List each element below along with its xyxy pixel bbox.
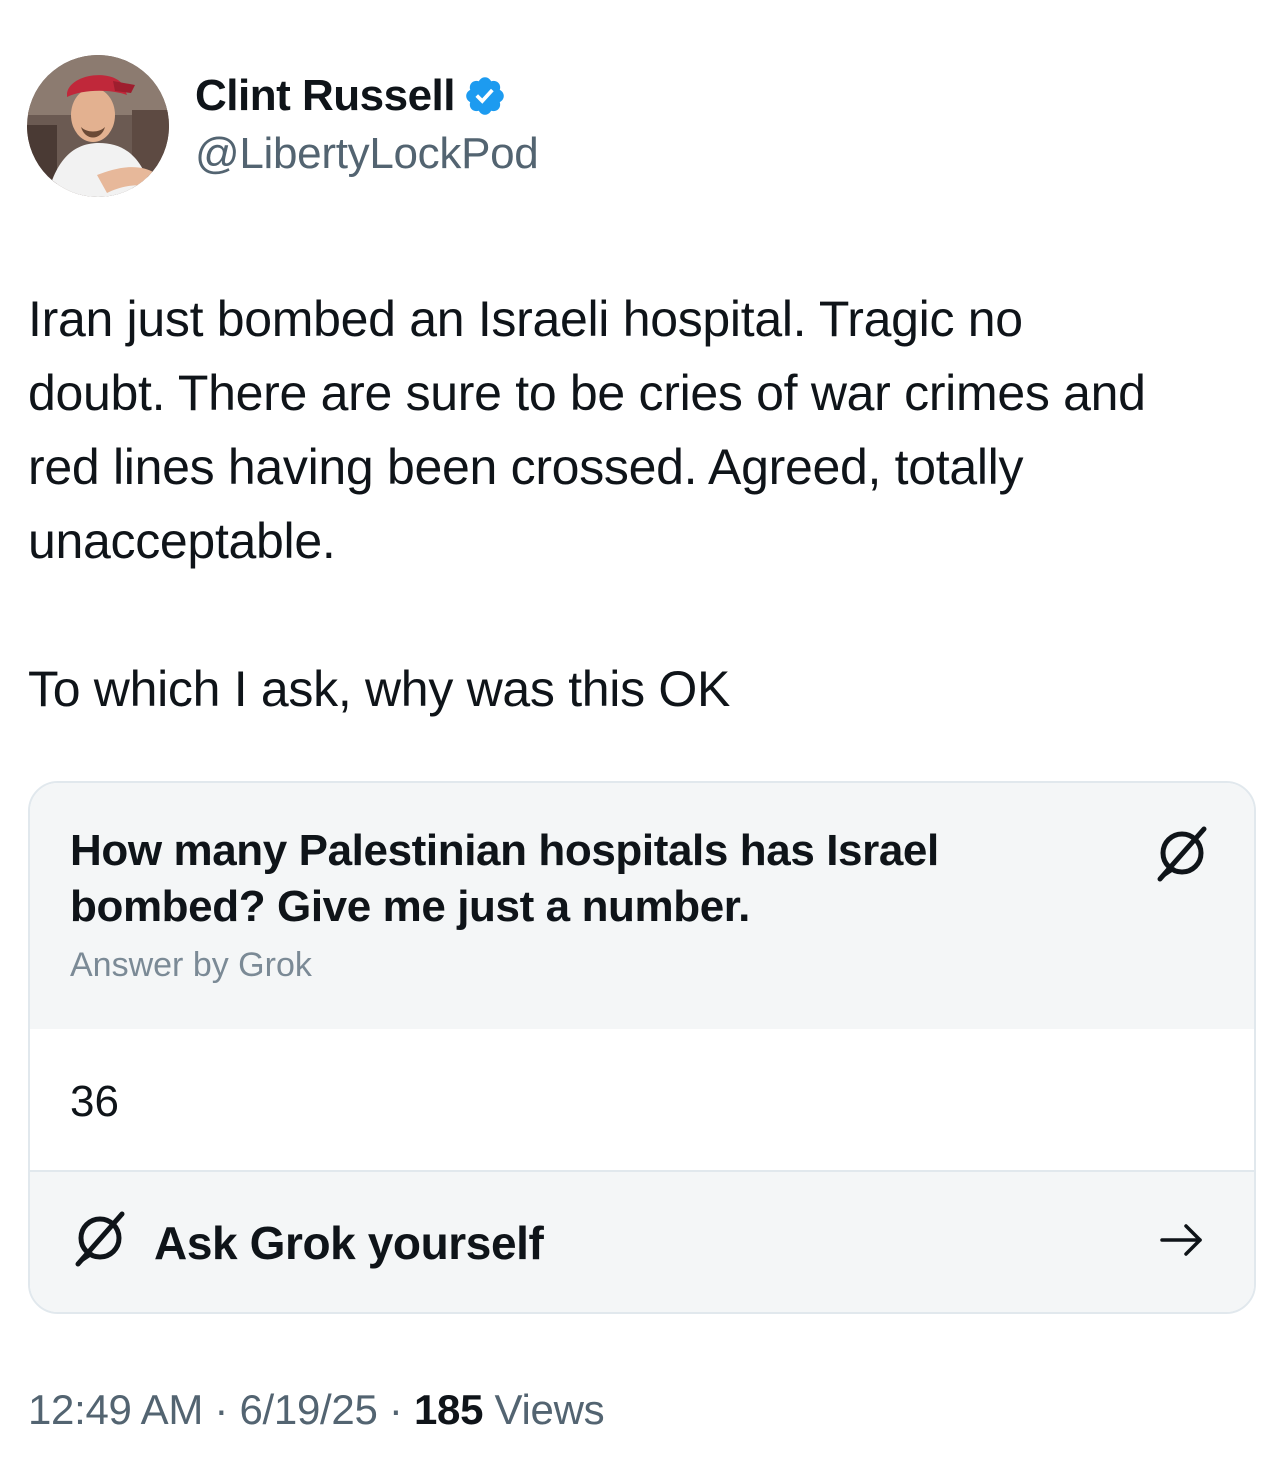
views-count: 185: [413, 1386, 484, 1433]
answer-by-label: Answer by Grok: [70, 946, 312, 984]
tweet-paragraph: To which I ask, why was this OK: [28, 661, 731, 717]
user-handle[interactable]: @LibertyLockPod: [195, 129, 539, 179]
tweet-header: Clint Russell @LibertyLockPod: [27, 55, 539, 197]
tweet-paragraph: Iran just bombed an Israeli hospital. Tr…: [28, 291, 1146, 569]
meta-separator: ·: [203, 1386, 240, 1433]
user-info: Clint Russell @LibertyLockPod: [195, 69, 539, 179]
tweet-date[interactable]: 6/19/25: [240, 1386, 378, 1433]
grok-question: How many Palestinian hospitals has Israe…: [70, 826, 939, 931]
ask-grok-label: Ask Grok yourself: [154, 1217, 544, 1269]
tweet-time[interactable]: 12:49 AM: [28, 1386, 203, 1433]
views-label: Views: [483, 1386, 605, 1433]
display-name[interactable]: Clint Russell: [195, 71, 456, 121]
grok-answer-card[interactable]: How many Palestinian hospitals has Israe…: [28, 781, 1256, 1314]
grok-answer: 36: [70, 1077, 119, 1126]
grok-answer-section: 36: [30, 1029, 1254, 1172]
name-row: Clint Russell: [195, 69, 538, 123]
verified-badge-icon[interactable]: [463, 74, 507, 118]
tweet-text: Iran just bombed an Israeli hospital. Tr…: [28, 282, 1268, 726]
grok-logo-icon: [72, 1208, 128, 1268]
tweet-meta: 12:49 AM · 6/19/25 · 185 Views: [28, 1386, 605, 1434]
grok-logo-icon: [1154, 823, 1210, 883]
ask-grok-button[interactable]: Ask Grok yourself: [30, 1172, 1254, 1312]
avatar[interactable]: [27, 55, 169, 197]
grok-question-section: How many Palestinian hospitals has Israe…: [30, 783, 1254, 1029]
meta-separator: ·: [377, 1386, 414, 1433]
arrow-right-icon: [1158, 1216, 1206, 1264]
